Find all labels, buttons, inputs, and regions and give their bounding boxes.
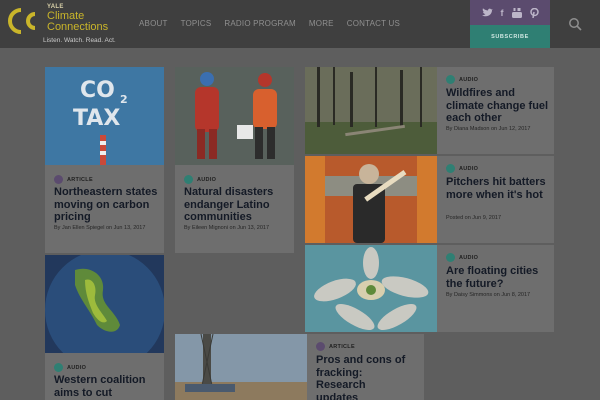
logo-icon[interactable] <box>7 6 43 36</box>
badge-label: AUDIO <box>459 76 479 83</box>
card-image-man-with-bat[interactable] <box>305 156 437 243</box>
badge-article: ARTICLE <box>54 175 93 184</box>
article-card[interactable]: AUDIO Wildfires and climate change fuel … <box>305 67 554 154</box>
badge-article: ARTICLE <box>316 342 355 351</box>
card-meta: By Daisy Simmons on Jun 8, 2017 <box>446 292 531 298</box>
card-title[interactable]: Northeastern states moving on carbon pri… <box>54 186 162 224</box>
badge-label: AUDIO <box>67 364 87 371</box>
logo-line-2: Connections <box>47 21 109 33</box>
article-icon <box>316 342 325 351</box>
card-meta: By Eileen Mignoni on Jun 13, 2017 <box>184 225 270 231</box>
svg-text:CO: CO <box>80 78 115 103</box>
card-title[interactable]: Natural disasters endanger Latino commun… <box>184 186 292 224</box>
card-title[interactable]: Pros and cons of fracking: Research upda… <box>316 354 406 400</box>
badge-audio: AUDIO <box>184 175 216 184</box>
badge-label: ARTICLE <box>67 176 93 183</box>
card-image-globe-map[interactable] <box>45 255 164 353</box>
logo-name[interactable]: Climate Connections <box>47 11 108 33</box>
article-card[interactable]: AUDIO Pitchers hit batters more when it'… <box>305 156 554 243</box>
badge-label: AUDIO <box>459 254 479 261</box>
card-image-co2-tax[interactable]: CO 2 TAX <box>45 67 164 165</box>
audio-icon <box>446 253 455 262</box>
card-meta: Posted on Jun 9, 2017 <box>446 215 502 221</box>
article-icon <box>54 175 63 184</box>
facebook-icon[interactable]: f <box>501 8 504 18</box>
card-title[interactable]: Pitchers hit batters more when it's hot <box>446 176 550 201</box>
card-meta: By Diana Madson on Jun 12, 2017 <box>446 126 531 132</box>
audio-icon <box>54 363 63 372</box>
card-image-floating-city[interactable] <box>305 245 437 332</box>
badge-label: ARTICLE <box>329 343 355 350</box>
nav-contact-us[interactable]: CONTACT US <box>347 19 400 28</box>
twitter-icon[interactable] <box>481 8 493 17</box>
article-card[interactable]: AUDIO Natural disasters endanger Latino … <box>175 67 294 253</box>
card-meta: By Jan Ellen Spiegel on Jun 13, 2017 <box>54 225 146 231</box>
pinterest-icon[interactable] <box>529 7 539 18</box>
nav-radio-program[interactable]: RADIO PROGRAM <box>224 19 296 28</box>
article-card[interactable]: AUDIO Western coalition aims to cut <box>45 255 164 400</box>
nav-more[interactable]: MORE <box>309 19 334 28</box>
card-image-drilling-rig[interactable] <box>175 334 307 400</box>
card-image-rescue-workers[interactable] <box>175 67 294 165</box>
audio-icon <box>446 164 455 173</box>
nav-about[interactable]: ABOUT <box>139 19 168 28</box>
article-card[interactable]: CO 2 TAX ARTICLE Northeastern states mov… <box>45 67 164 253</box>
card-image-burned-forest[interactable] <box>305 67 437 154</box>
badge-audio: AUDIO <box>446 164 478 173</box>
nav-topics[interactable]: TOPICS <box>181 19 212 28</box>
subscribe-button[interactable]: SUBSCRIBE <box>470 25 550 48</box>
audio-icon <box>446 75 455 84</box>
site-header: YALE Climate Connections Listen. Watch. … <box>0 0 600 48</box>
article-card[interactable]: ARTICLE Pros and cons of fracking: Resea… <box>175 334 424 400</box>
social-bar: f <box>470 0 550 25</box>
badge-audio: AUDIO <box>446 253 478 262</box>
badge-label: AUDIO <box>197 176 217 183</box>
tagline: Listen. Watch. Read. Act. <box>43 37 116 44</box>
card-title[interactable]: Wildfires and climate change fuel each o… <box>446 87 550 125</box>
article-card[interactable]: AUDIO Are floating cities the future? By… <box>305 245 554 332</box>
badge-audio: AUDIO <box>446 75 478 84</box>
svg-text:2: 2 <box>120 93 128 106</box>
search-icon[interactable] <box>568 17 582 31</box>
audio-icon <box>184 175 193 184</box>
youtube-icon[interactable] <box>511 7 522 18</box>
badge-label: AUDIO <box>459 165 479 172</box>
card-title[interactable]: Are floating cities the future? <box>446 265 550 290</box>
card-title[interactable]: Western coalition aims to cut <box>54 374 162 399</box>
svg-text:TAX: TAX <box>73 106 120 131</box>
main-nav: ABOUT TOPICS RADIO PROGRAM MORE CONTACT … <box>139 19 413 28</box>
badge-audio: AUDIO <box>54 363 86 372</box>
